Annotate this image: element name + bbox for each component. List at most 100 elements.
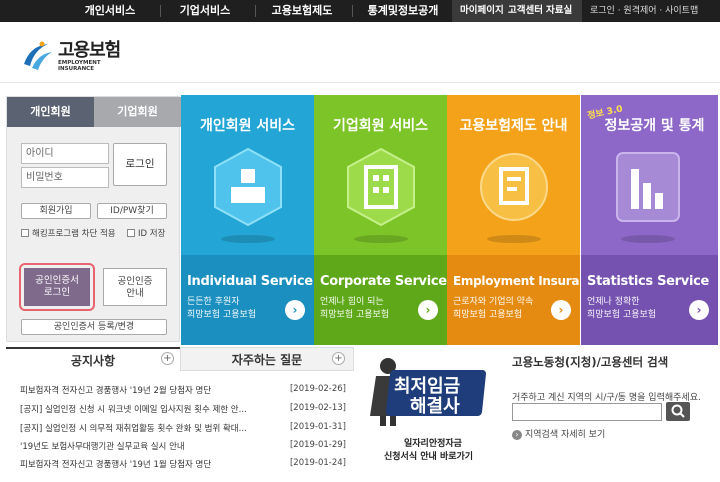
tab-faq[interactable]: 자주하는 질문 <box>180 347 354 371</box>
save-id-label: ID 저장 <box>138 229 166 239</box>
banner-line4: 신청서식 안내 바로가기 <box>384 452 474 462</box>
panel-description: 언제나 힘이 되는희망보험 고용보험 <box>320 296 389 322</box>
panel-english-title: Corporate Service <box>320 274 447 289</box>
desc-line1: 언제나 힘이 되는 <box>320 297 384 307</box>
desc-line1: 근로자와 기업의 약속 <box>453 297 534 307</box>
corporate-service-panel[interactable]: 기업회원 서비스 Corporate Service 언제나 힘이 되는희망보험… <box>314 95 447 345</box>
nav-divider <box>160 5 161 17</box>
nav-corporate-service[interactable]: 기업서비스 <box>165 0 245 22</box>
notice-item[interactable]: '19년도 보험사무대행기관 실무교육 실시 안내 [2019-01-29] <box>20 440 346 454</box>
nav-personal-service[interactable]: 개인서비스 <box>70 0 150 22</box>
nav-customer-center[interactable]: 고객센터 <box>508 0 543 22</box>
desc-line1: 언제나 정확한 <box>587 297 640 307</box>
top-navigation-bar: 개인서비스 기업서비스 고용보험제도 통계및정보공개 마이페이지 고객센터 자료… <box>0 0 720 22</box>
find-idpw-button[interactable]: ID/PW찾기 <box>97 203 167 219</box>
desc-line2: 희망보험 고용보험 <box>320 310 390 320</box>
notice-date: [2019-02-13] <box>289 403 346 413</box>
panel-english-title: Individual Service <box>187 274 313 289</box>
join-button[interactable]: 회원가입 <box>21 203 91 219</box>
notice-tabs: 공지사항 + 자주하는 질문 + <box>6 347 354 371</box>
hacking-block-checkbox[interactable]: 해킹프로그램 차단 적용 <box>21 228 116 240</box>
panel-english-title: Employment Insurance <box>453 274 580 288</box>
notice-title: 피보험자격 전자신고 경품행사 '19년 1월 당첨자 명단 <box>20 460 212 470</box>
panel-english-title: Statistics Service <box>587 274 710 289</box>
cert-login-button[interactable]: 공인인증서 로그인 <box>24 268 90 306</box>
person-icon <box>214 147 282 227</box>
arrow-right-icon[interactable]: › <box>689 300 709 320</box>
nav-divider <box>255 5 256 17</box>
individual-service-panel[interactable]: 개인회원 서비스 Individual Service 든든한 후원자희망보험 … <box>181 95 314 345</box>
nav-mypage[interactable]: 마이페이지 <box>460 0 504 22</box>
nav-data-room[interactable]: 자료실 <box>546 0 572 22</box>
panel-title: 고용보험제도 안내 <box>459 118 568 134</box>
panel-description: 언제나 정확한희망보험 고용보험 <box>587 296 656 322</box>
nav-divider <box>352 5 353 17</box>
chevron-right-icon: › <box>512 430 522 440</box>
panel-description: 든든한 후원자희망보험 고용보험 <box>187 296 256 322</box>
document-icon <box>480 153 548 221</box>
search-button[interactable] <box>666 402 690 421</box>
checkbox-box <box>21 229 29 237</box>
banner-line3: 일자리안정자금 <box>404 439 462 449</box>
logo-title: 고용보험 <box>58 40 121 61</box>
cert-login-line1: 공인인증서 <box>35 275 79 286</box>
cert-guide-line1: 공인인증 <box>117 276 153 287</box>
cert-register-button[interactable]: 공인인증서 등록/변경 <box>21 319 167 335</box>
header-divider <box>0 82 720 83</box>
search-input[interactable] <box>512 403 662 421</box>
login-panel: 개인회원 기업회원 아이디 비밀번호 로그인 회원가입 ID/PW찾기 해킹프로… <box>6 96 181 342</box>
cert-login-line2: 로그인 <box>43 287 71 298</box>
arrow-right-icon[interactable]: › <box>551 300 571 320</box>
util-links[interactable]: 로그인 · 원격제어 · 사이트맵 <box>590 0 698 22</box>
site-logo[interactable]: 고용보험 EMPLOYMENT INSURANCE <box>20 36 130 72</box>
notice-title: [공지] 실업인정 신청 시 워크넷 이메일 입사지원 횟수 제한 안... <box>20 405 247 415</box>
tab-personal-member[interactable]: 개인회원 <box>7 97 94 127</box>
tab-corporate-member[interactable]: 기업회원 <box>94 97 181 127</box>
icon-shadow <box>354 235 408 243</box>
arrow-right-icon[interactable]: › <box>285 300 305 320</box>
insurance-system-panel[interactable]: 고용보험제도 안내 Employment Insurance 근로자와 기업의 … <box>447 95 580 345</box>
notice-item[interactable]: [공지] 실업인정 시 의무적 재취업활동 횟수 완화 및 범위 확대... [2… <box>20 422 346 436</box>
statistics-panel[interactable]: 정보공개 및 통계 정보 3.0 Statistics Service 언제나 … <box>581 95 718 345</box>
building-icon <box>347 147 415 227</box>
notice-more-icon[interactable]: + <box>161 352 174 365</box>
search-detail-label: 지역검색 자세히 보기 <box>525 430 606 440</box>
login-button[interactable]: 로그인 <box>113 143 167 186</box>
notice-date: [2019-02-26] <box>289 384 346 394</box>
notice-item[interactable]: 피보험자격 전자신고 경품행사 '19년 2월 당첨자 명단 [2019-02-2… <box>20 384 346 398</box>
nav-insurance-system[interactable]: 고용보험제도 <box>262 0 342 22</box>
logo-subtitle: EMPLOYMENT INSURANCE <box>58 60 101 72</box>
search-detail-link[interactable]: › 지역검색 자세히 보기 <box>512 427 605 440</box>
password-input[interactable]: 비밀번호 <box>21 167 109 188</box>
checkbox-box <box>127 229 135 237</box>
save-id-checkbox[interactable]: ID 저장 <box>127 228 165 240</box>
tab-notice[interactable]: 공지사항 <box>6 347 180 371</box>
faq-more-icon[interactable]: + <box>332 352 345 365</box>
panel-description: 근로자와 기업의 약속희망보험 고용보험 <box>453 296 533 322</box>
desc-line2: 희망보험 고용보험 <box>587 310 657 320</box>
notice-item[interactable]: 피보험자격 전자신고 경품행사 '19년 1월 당첨자 명단 [2019-01-2… <box>20 458 346 472</box>
icon-shadow <box>621 235 675 243</box>
nav-stats-info[interactable]: 통계및정보공개 <box>358 0 448 22</box>
search-icon <box>671 404 685 418</box>
office-search-panel: 고용노동청(지청)/고용센터 검색 거주하고 계신 지역의 시/구/동 명을 입… <box>504 350 718 480</box>
panel-title: 개인회원 서비스 <box>199 118 296 134</box>
panel-title: 기업회원 서비스 <box>332 118 429 134</box>
logo-icon <box>24 41 52 70</box>
desc-line1: 든든한 후원자 <box>187 297 240 307</box>
cert-guide-line2: 안내 <box>126 288 144 299</box>
id-input[interactable]: 아이디 <box>21 143 109 164</box>
notice-item[interactable]: [공지] 실업인정 신청 시 워크넷 이메일 입사지원 횟수 제한 안... [2… <box>20 403 346 417</box>
tab-faq-label: 자주하는 질문 <box>231 353 303 367</box>
desc-line2: 희망보험 고용보험 <box>187 310 257 320</box>
desc-line2: 희망보험 고용보험 <box>453 310 523 320</box>
notice-date: [2019-01-31] <box>289 422 346 432</box>
banner-line2: 해결사 <box>410 396 460 417</box>
search-title: 고용노동청(지청)/고용센터 검색 <box>512 355 669 369</box>
cert-guide-button[interactable]: 공인인증 안내 <box>103 268 167 306</box>
minimum-wage-banner[interactable]: 최저임금 해결사 일자리안정자금 신청서식 안내 바로가기 <box>366 356 490 468</box>
mypage-group: 마이페이지 고객센터 자료실 <box>452 0 582 22</box>
arrow-right-icon[interactable]: › <box>418 300 438 320</box>
notice-title: [공지] 실업인정 시 의무적 재취업활동 횟수 완화 및 범위 확대... <box>20 424 247 434</box>
notice-date: [2019-01-24] <box>289 458 346 468</box>
